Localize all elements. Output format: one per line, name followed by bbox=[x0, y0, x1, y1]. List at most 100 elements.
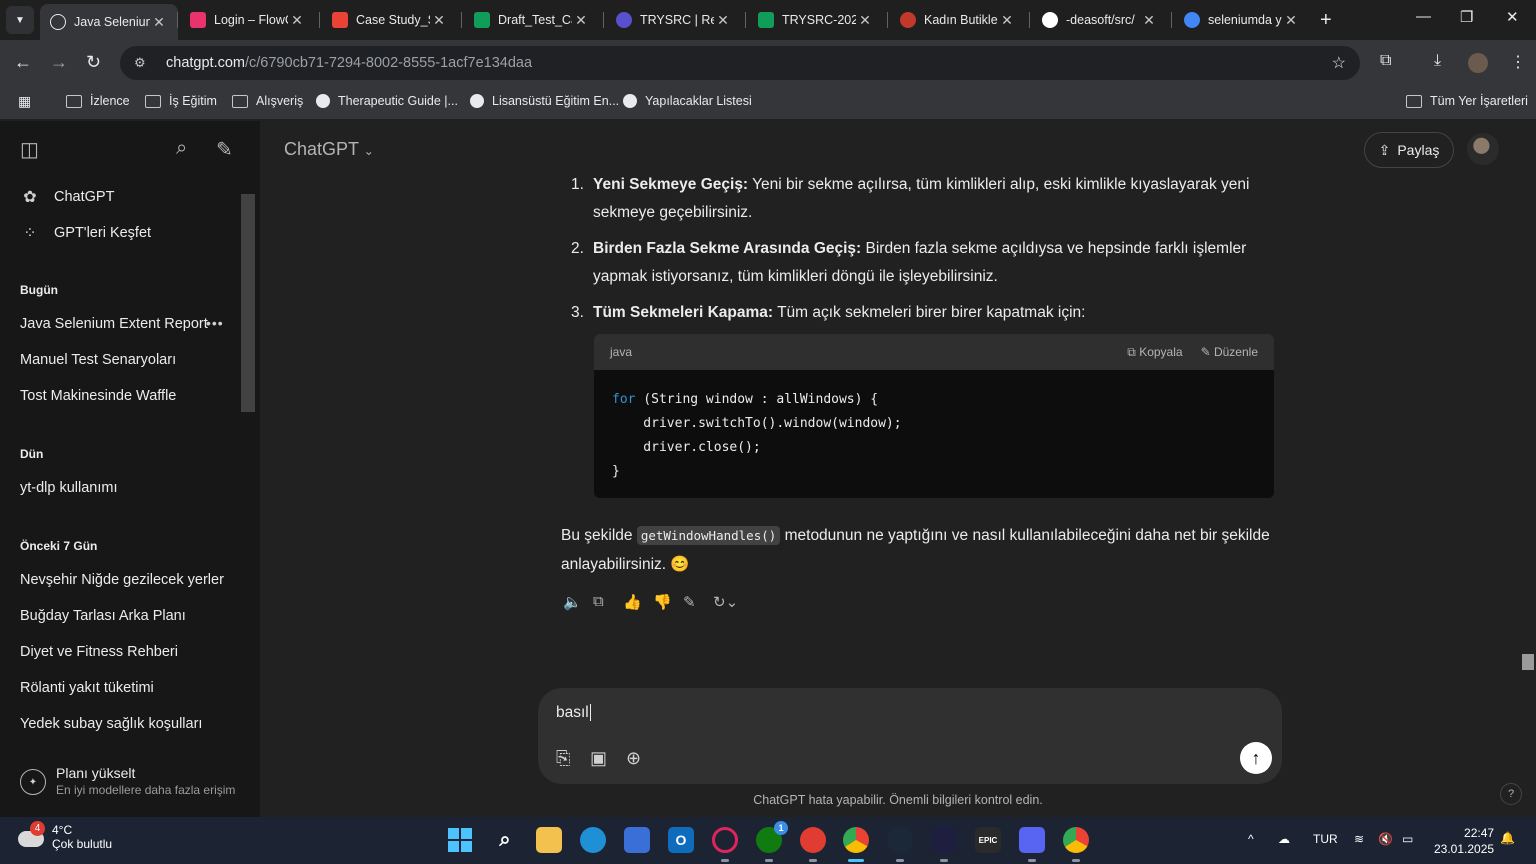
profile-avatar[interactable] bbox=[1468, 53, 1488, 73]
close-tab-icon[interactable]: ✕ bbox=[1140, 12, 1158, 29]
regenerate-icon[interactable]: ↻⌄ bbox=[713, 593, 753, 611]
main-scrollbar-thumb[interactable] bbox=[1522, 654, 1534, 670]
ea-icon[interactable] bbox=[800, 827, 826, 853]
address-bar[interactable]: ⚙ chatgpt.com/c/6790cb71-7294-8002-8555-… bbox=[120, 46, 1360, 80]
bookmark-item[interactable]: Therapeutic Guide |... bbox=[316, 94, 458, 108]
bookmark-item[interactable]: Yapılacaklar Listesi bbox=[623, 94, 752, 108]
tab-1[interactable]: Java Selenium ✕ bbox=[40, 4, 178, 40]
model-selector[interactable]: ChatGPT ⌄ bbox=[284, 139, 374, 160]
help-button[interactable]: ? bbox=[1500, 783, 1522, 805]
edit-canvas-icon[interactable]: ✎ bbox=[683, 593, 713, 611]
extensions-icon[interactable]: ⧉ bbox=[1380, 52, 1391, 70]
tools-icon[interactable]: ▣ bbox=[590, 748, 607, 769]
close-tab-icon[interactable]: ✕ bbox=[856, 12, 874, 29]
all-bookmarks-button[interactable]: Tüm Yer İşaretleri bbox=[1406, 94, 1528, 108]
attach-icon[interactable]: ⎘ bbox=[556, 748, 570, 769]
close-tab-icon[interactable]: ✕ bbox=[288, 12, 306, 29]
read-aloud-icon[interactable]: 🔈 bbox=[563, 593, 593, 611]
tab-7[interactable]: Kadın Butikleri ✕ bbox=[890, 4, 1026, 36]
sidebar-item-explore-gpts[interactable]: ⁘ GPT'leri Keşfet bbox=[20, 223, 151, 243]
new-chat-icon[interactable]: ✎ bbox=[216, 137, 233, 162]
volume-muted-icon[interactable]: 🔇 bbox=[1378, 832, 1393, 846]
onedrive-icon[interactable]: ☁ bbox=[1278, 832, 1290, 846]
file-explorer-icon[interactable] bbox=[536, 827, 562, 853]
weather-widget[interactable]: 4 4°C Çok bulutlu bbox=[16, 821, 112, 851]
thumbs-down-icon[interactable]: 👎 bbox=[653, 593, 683, 611]
sidebar-toggle-icon[interactable]: ◫ bbox=[20, 137, 39, 162]
message-input[interactable]: basıl bbox=[556, 704, 591, 722]
copy-icon[interactable]: ⧉ bbox=[593, 593, 623, 611]
chat-item[interactable]: yt-dlp kullanımı bbox=[20, 480, 118, 496]
search-icon[interactable]: ⌕ bbox=[492, 827, 518, 853]
steam-icon[interactable] bbox=[887, 827, 913, 853]
xbox-icon[interactable]: 1 bbox=[756, 821, 788, 853]
epic-games-icon[interactable]: EPIC bbox=[975, 827, 1001, 853]
intellij-icon[interactable] bbox=[931, 827, 957, 853]
back-icon[interactable]: ← bbox=[14, 52, 32, 73]
more-options-icon[interactable]: ••• bbox=[206, 315, 224, 331]
search-icon[interactable]: ⌕ bbox=[176, 137, 187, 160]
wifi-icon[interactable]: ≋ bbox=[1354, 832, 1364, 846]
close-tab-icon[interactable]: ✕ bbox=[1282, 12, 1300, 29]
upgrade-plan-button[interactable]: ✦ Planı yükselt En iyi modellere daha fa… bbox=[20, 765, 235, 797]
download-icon[interactable]: ⤓ bbox=[1434, 52, 1441, 70]
reload-icon[interactable]: ↻ bbox=[86, 52, 101, 73]
new-tab-button[interactable]: + bbox=[1320, 9, 1332, 32]
tab-5[interactable]: TRYSRC | Rep✕ bbox=[606, 4, 742, 36]
copy-code-button[interactable]: ⧉ Kopyala bbox=[1127, 345, 1182, 360]
language-indicator[interactable]: TUR bbox=[1313, 832, 1338, 846]
close-tab-icon[interactable]: ✕ bbox=[572, 12, 590, 29]
chrome-icon[interactable] bbox=[1063, 827, 1089, 853]
restore-button[interactable]: ❐ bbox=[1460, 8, 1473, 26]
chat-item[interactable]: Manuel Test Senaryoları bbox=[20, 352, 176, 368]
windows-start-icon[interactable] bbox=[447, 827, 473, 853]
avatar[interactable] bbox=[1467, 133, 1499, 165]
tab-9[interactable]: seleniumda y ✕ bbox=[1174, 4, 1310, 36]
chevron-up-icon[interactable]: ^ bbox=[1248, 832, 1254, 846]
chat-item[interactable]: Java Selenium Extent Report bbox=[20, 316, 208, 332]
chat-item[interactable]: Buğday Tarlası Arka Planı bbox=[20, 608, 186, 624]
tab-6[interactable]: TRYSRC-2025✕ bbox=[748, 4, 884, 36]
chat-item[interactable]: Tost Makinesinde Waffle bbox=[20, 388, 176, 404]
sidebar-item-chatgpt[interactable]: ✿ ChatGPT bbox=[20, 187, 114, 207]
bookmark-item[interactable]: Alışveriş bbox=[232, 94, 303, 108]
close-tab-icon[interactable]: ✕ bbox=[714, 12, 732, 29]
store-icon[interactable] bbox=[624, 827, 650, 853]
menu-icon[interactable]: ⋮ bbox=[1510, 52, 1526, 72]
tab-8[interactable]: -deasoft/src/✕ bbox=[1032, 4, 1168, 36]
tab-4[interactable]: Draft_Test_Ca ✕ bbox=[464, 4, 600, 36]
close-window-button[interactable]: ✕ bbox=[1506, 8, 1519, 26]
bookmark-item[interactable]: Lisansüstü Eğitim En... bbox=[470, 94, 619, 108]
send-button[interactable]: ↑ bbox=[1240, 742, 1272, 774]
chat-item[interactable]: Yedek subay sağlık koşulları bbox=[20, 716, 202, 732]
sidebar-scrollbar[interactable] bbox=[241, 194, 255, 412]
tab-2[interactable]: Login – FlowC ✕ bbox=[180, 4, 316, 36]
site-info-icon[interactable]: ⚙ bbox=[134, 55, 152, 71]
chat-item[interactable]: Rölanti yakıt tüketimi bbox=[20, 680, 154, 696]
close-tab-icon[interactable]: ✕ bbox=[430, 12, 448, 29]
globe-icon[interactable]: ⊕ bbox=[626, 748, 641, 769]
outlook-icon[interactable]: O bbox=[668, 827, 694, 853]
minimize-button[interactable]: — bbox=[1416, 8, 1431, 25]
opera-icon[interactable] bbox=[712, 827, 738, 853]
chat-item[interactable]: Nevşehir Niğde gezilecek yerler bbox=[20, 572, 224, 588]
close-tab-icon[interactable]: ✕ bbox=[998, 12, 1016, 29]
chrome-icon[interactable] bbox=[843, 827, 869, 853]
thumbs-up-icon[interactable]: 👍 bbox=[623, 593, 653, 611]
notification-bell-icon[interactable]: 🔔 bbox=[1500, 831, 1515, 845]
bookmark-star-icon[interactable]: ☆ bbox=[1332, 53, 1346, 73]
chat-item[interactable]: Diyet ve Fitness Rehberi bbox=[20, 644, 178, 660]
bookmark-item[interactable]: İş Eğitim bbox=[145, 94, 217, 108]
discord-icon[interactable] bbox=[1019, 827, 1045, 853]
apps-icon[interactable]: ▦ bbox=[18, 94, 42, 110]
edit-code-button[interactable]: ✎ Düzenle bbox=[1201, 345, 1258, 359]
tab-search-button[interactable]: ▼ bbox=[6, 6, 34, 34]
edge-icon[interactable] bbox=[580, 827, 606, 853]
forward-icon[interactable]: → bbox=[50, 52, 68, 73]
battery-icon[interactable]: ▭ bbox=[1402, 832, 1413, 846]
share-button[interactable]: ⇪ Paylaş bbox=[1364, 132, 1454, 168]
clock[interactable]: 22:47 23.01.2025 bbox=[1434, 825, 1494, 857]
close-tab-icon[interactable]: ✕ bbox=[150, 14, 168, 31]
tab-3[interactable]: Case Study_S ✕ bbox=[322, 4, 458, 36]
bookmark-item[interactable]: İzlence bbox=[66, 94, 130, 108]
